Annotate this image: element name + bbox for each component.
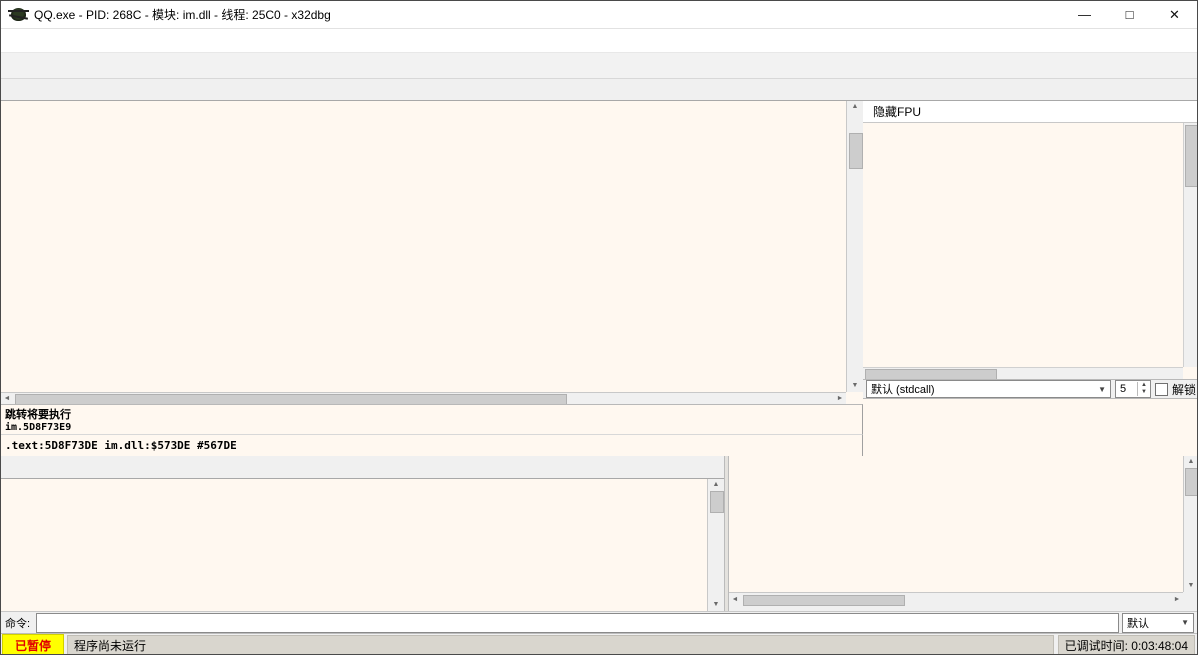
window-title: QQ.exe - PID: 268C - 模块: im.dll - 线程: 25… [34, 6, 331, 23]
app-bug-icon [11, 8, 26, 21]
chevron-down-icon: ▼ [1181, 618, 1189, 627]
unlock-checkbox[interactable] [1155, 383, 1168, 396]
info-box: 跳转将要执行 im.5D8F73E9 [1, 404, 863, 434]
status-bar: 已暂停 程序尚未运行 已调试时间: 0:03:48:04 [1, 633, 1197, 655]
command-label: 命令: [1, 615, 36, 631]
info-line-2: im.5D8F73E9 [5, 422, 858, 433]
calling-convention-row: 默认 (stdcall)▼ 5 ▲▼ 解锁 [863, 379, 1198, 399]
command-profile-select[interactable]: 默认▼ [1122, 613, 1194, 633]
memory-dump-view[interactable] [1, 479, 707, 611]
stepper-arrows-icon[interactable]: ▲▼ [1137, 382, 1150, 396]
stack-view[interactable] [729, 456, 1183, 592]
jump-lines-gutter [1, 101, 216, 392]
status-message: 程序尚未运行 [67, 635, 1054, 655]
chevron-down-icon: ▼ [1098, 385, 1106, 394]
command-bar: 命令: 默认▼ [1, 611, 1197, 633]
dump-vscrollbar[interactable]: ▲ ▼ [707, 479, 724, 611]
debug-time: 已调试时间: 0:03:48:04 [1058, 635, 1195, 655]
arg-depth-stepper[interactable]: 5 ▲▼ [1115, 380, 1151, 398]
stack-vscrollbar[interactable]: ▲ ▼ [1183, 456, 1198, 592]
calling-convention-select[interactable]: 默认 (stdcall)▼ [866, 380, 1111, 398]
address-status-line: .text:5D8F73DE im.dll:$573DE #567DE [1, 434, 863, 456]
info-line-1: 跳转将要执行 [5, 406, 858, 422]
registers-pane: 隐藏FPU 默认 (stdcall)▼ 5 ▲▼ 解锁 [863, 101, 1198, 456]
disassembly-hscrollbar[interactable]: ◄ ► [1, 392, 846, 404]
hide-fpu-button[interactable]: 隐藏FPU [863, 101, 1198, 123]
close-button[interactable]: ✕ [1152, 1, 1197, 28]
minimize-button[interactable]: — [1062, 1, 1107, 28]
registers-vscrollbar[interactable] [1183, 123, 1197, 367]
unlock-label: 解锁 [1172, 381, 1196, 398]
title-bar: QQ.exe - PID: 268C - 模块: im.dll - 线程: 25… [1, 1, 1197, 29]
command-input[interactable] [36, 613, 1119, 633]
menu-bar [1, 29, 1197, 53]
disassembly-vscrollbar[interactable]: ▲ ▼ [846, 101, 863, 392]
toolbar [1, 53, 1197, 79]
view-tab-bar [1, 79, 1197, 101]
main-area: ◄ ► ▲ ▼ 跳转将要执行 im.5D8F73E9 .text:5D8F73D… [1, 101, 1197, 456]
bottom-area: ▲ ▼ ▲ ▼ ◄ ► [1, 456, 1197, 611]
memory-tab-bar [1, 456, 727, 479]
call-arguments-list[interactable] [863, 399, 1198, 456]
stack-hscrollbar[interactable]: ◄ ► [729, 592, 1183, 606]
register-list[interactable] [867, 123, 1183, 367]
disassembly-view[interactable] [1, 101, 863, 392]
paused-badge: 已暂停 [2, 634, 64, 655]
registers-hscrollbar[interactable] [863, 367, 1183, 379]
debugger-window: QQ.exe - PID: 268C - 模块: im.dll - 线程: 25… [0, 0, 1198, 655]
maximize-button[interactable]: □ [1107, 1, 1152, 28]
